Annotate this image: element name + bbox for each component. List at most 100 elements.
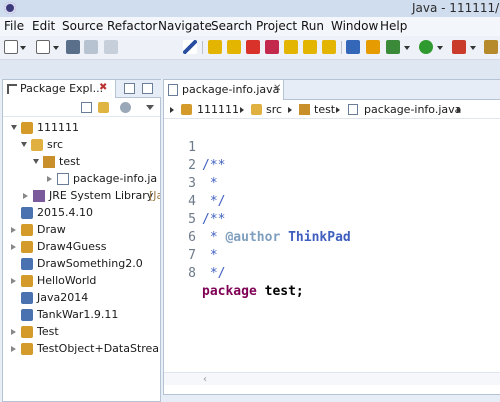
run-dropdown-icon[interactable]: [437, 46, 443, 50]
new-file-icon[interactable]: [36, 40, 50, 54]
collapse-icon[interactable]: [11, 329, 16, 335]
link-with-editor-icon[interactable]: [98, 102, 109, 113]
disconnect-icon[interactable]: [265, 40, 279, 54]
chevron-right-icon[interactable]: [336, 107, 340, 113]
tree-item-jre[interactable]: JRE System Library [Ja: [3, 188, 160, 204]
breadcrumb-src[interactable]: src: [266, 103, 282, 116]
new-package-icon[interactable]: [484, 40, 498, 54]
collapse-icon[interactable]: [23, 193, 28, 199]
code-line[interactable]: 6 *: [164, 211, 499, 263]
menu-help[interactable]: Help: [380, 19, 407, 33]
new-dropdown-icon[interactable]: [20, 46, 26, 50]
tree-item-project[interactable]: HelloWorld: [3, 273, 160, 289]
chevron-right-icon[interactable]: [457, 107, 461, 113]
minimize-icon[interactable]: [124, 83, 135, 94]
menu-navigate[interactable]: Navigate: [158, 19, 212, 33]
close-icon[interactable]: ✖: [99, 82, 107, 93]
collapse-icon[interactable]: [11, 227, 16, 233]
external-tools-icon[interactable]: [452, 40, 466, 54]
menu-refactor[interactable]: Refactor: [107, 19, 157, 33]
editor-tab-bar: [284, 80, 500, 100]
code-line[interactable]: 1 /**: [164, 121, 499, 173]
breadcrumb-package[interactable]: test: [314, 103, 335, 116]
collapse-icon[interactable]: [11, 244, 16, 250]
project-folder-icon: [181, 104, 192, 115]
step-over-icon[interactable]: [303, 40, 317, 54]
save-all-icon[interactable]: [84, 40, 98, 54]
view-menu-icon[interactable]: [146, 105, 154, 110]
code-line[interactable]: 2 *: [164, 139, 499, 191]
editor-tab-label: package-info.java: [182, 83, 280, 96]
print-icon[interactable]: [104, 40, 118, 54]
debug-icon[interactable]: [386, 40, 400, 54]
menu-search[interactable]: Search: [211, 19, 252, 33]
skip-breakpoints-icon[interactable]: [183, 40, 197, 54]
maximize-icon[interactable]: [142, 83, 153, 94]
source-folder-icon: [31, 139, 43, 151]
scroll-left-icon[interactable]: ‹: [203, 374, 207, 385]
chevron-right-icon[interactable]: [240, 107, 244, 113]
breadcrumb-project[interactable]: 111111: [197, 103, 239, 116]
collapse-all-icon[interactable]: [81, 102, 92, 113]
tree-item-project-closed[interactable]: Java2014: [3, 290, 160, 306]
menu-project[interactable]: Project: [256, 19, 297, 33]
new-file-dropdown-icon[interactable]: [53, 46, 59, 50]
tree-item-label: JRE System Library: [49, 189, 154, 202]
chevron-right-icon[interactable]: [288, 107, 292, 113]
tree-item-project[interactable]: Test: [3, 324, 160, 340]
resume-icon[interactable]: [208, 40, 222, 54]
code-line[interactable]: 5 * @author ThinkPad: [164, 193, 499, 245]
tree-item-package[interactable]: test: [3, 154, 160, 170]
breadcrumb-file[interactable]: package-info.java: [364, 103, 461, 116]
tree-item-label: Draw: [37, 223, 66, 236]
external-tools-dropdown-icon[interactable]: [470, 46, 476, 50]
tree-item-file[interactable]: package-info.ja: [3, 171, 160, 187]
open-type-icon[interactable]: [346, 40, 360, 54]
save-icon[interactable]: [66, 40, 80, 54]
code-line[interactable]: 3 */: [164, 157, 499, 209]
menu-run[interactable]: Run: [301, 19, 324, 33]
tree-item-project-closed[interactable]: 2015.4.10: [3, 205, 160, 221]
code-text: package test;: [202, 283, 304, 301]
new-java-project-icon[interactable]: [366, 40, 380, 54]
package-explorer-tab-label: Package Expl...: [20, 82, 104, 95]
menu-source[interactable]: Source: [62, 19, 103, 33]
terminate-icon[interactable]: [246, 40, 260, 54]
run-icon[interactable]: [419, 40, 433, 54]
debug-dropdown-icon[interactable]: [404, 46, 410, 50]
expand-icon[interactable]: [33, 159, 39, 164]
code-line[interactable]: 4 /**: [164, 175, 499, 227]
step-into-icon[interactable]: [284, 40, 298, 54]
collapse-icon[interactable]: [11, 278, 16, 284]
new-icon[interactable]: [4, 40, 18, 54]
focus-icon[interactable]: [120, 102, 131, 113]
title-bar: Java - 111111/: [0, 0, 500, 17]
tree-item-project[interactable]: 111111: [3, 120, 160, 136]
collapse-icon[interactable]: [47, 176, 52, 182]
horizontal-scrollbar[interactable]: ‹: [164, 372, 500, 385]
code-line[interactable]: 7 */: [164, 229, 499, 281]
step-return-icon[interactable]: [322, 40, 336, 54]
close-icon[interactable]: ✕: [273, 83, 281, 94]
editor-tab[interactable]: package-info.java ✕: [164, 80, 284, 100]
tree-item-project[interactable]: Draw: [3, 222, 160, 238]
toolbar-separator: [202, 41, 203, 54]
tree-item-label: DrawSomething2.0: [37, 257, 143, 270]
menu-file[interactable]: File: [4, 19, 24, 33]
package-icon: [299, 104, 310, 115]
tree-item-project-closed[interactable]: DrawSomething2.0: [3, 256, 160, 272]
code-line[interactable]: 8 package test;: [164, 247, 499, 299]
expand-icon[interactable]: [21, 142, 27, 147]
package-explorer-tab[interactable]: Package Expl... ✖: [3, 80, 116, 98]
suspend-icon[interactable]: [227, 40, 241, 54]
tree-item-project[interactable]: Draw4Guess: [3, 239, 160, 255]
expand-icon[interactable]: [11, 125, 17, 130]
tree-item-src[interactable]: src: [3, 137, 160, 153]
menu-edit[interactable]: Edit: [32, 19, 55, 33]
collapse-icon[interactable]: [11, 346, 16, 352]
tree-item-project[interactable]: TestObject+DataStream8: [3, 341, 160, 357]
project-folder-icon: [21, 275, 33, 287]
closed-project-icon: [21, 258, 33, 270]
tree-item-project-closed[interactable]: TankWar1.9.11: [3, 307, 160, 323]
menu-window[interactable]: Window: [331, 19, 378, 33]
